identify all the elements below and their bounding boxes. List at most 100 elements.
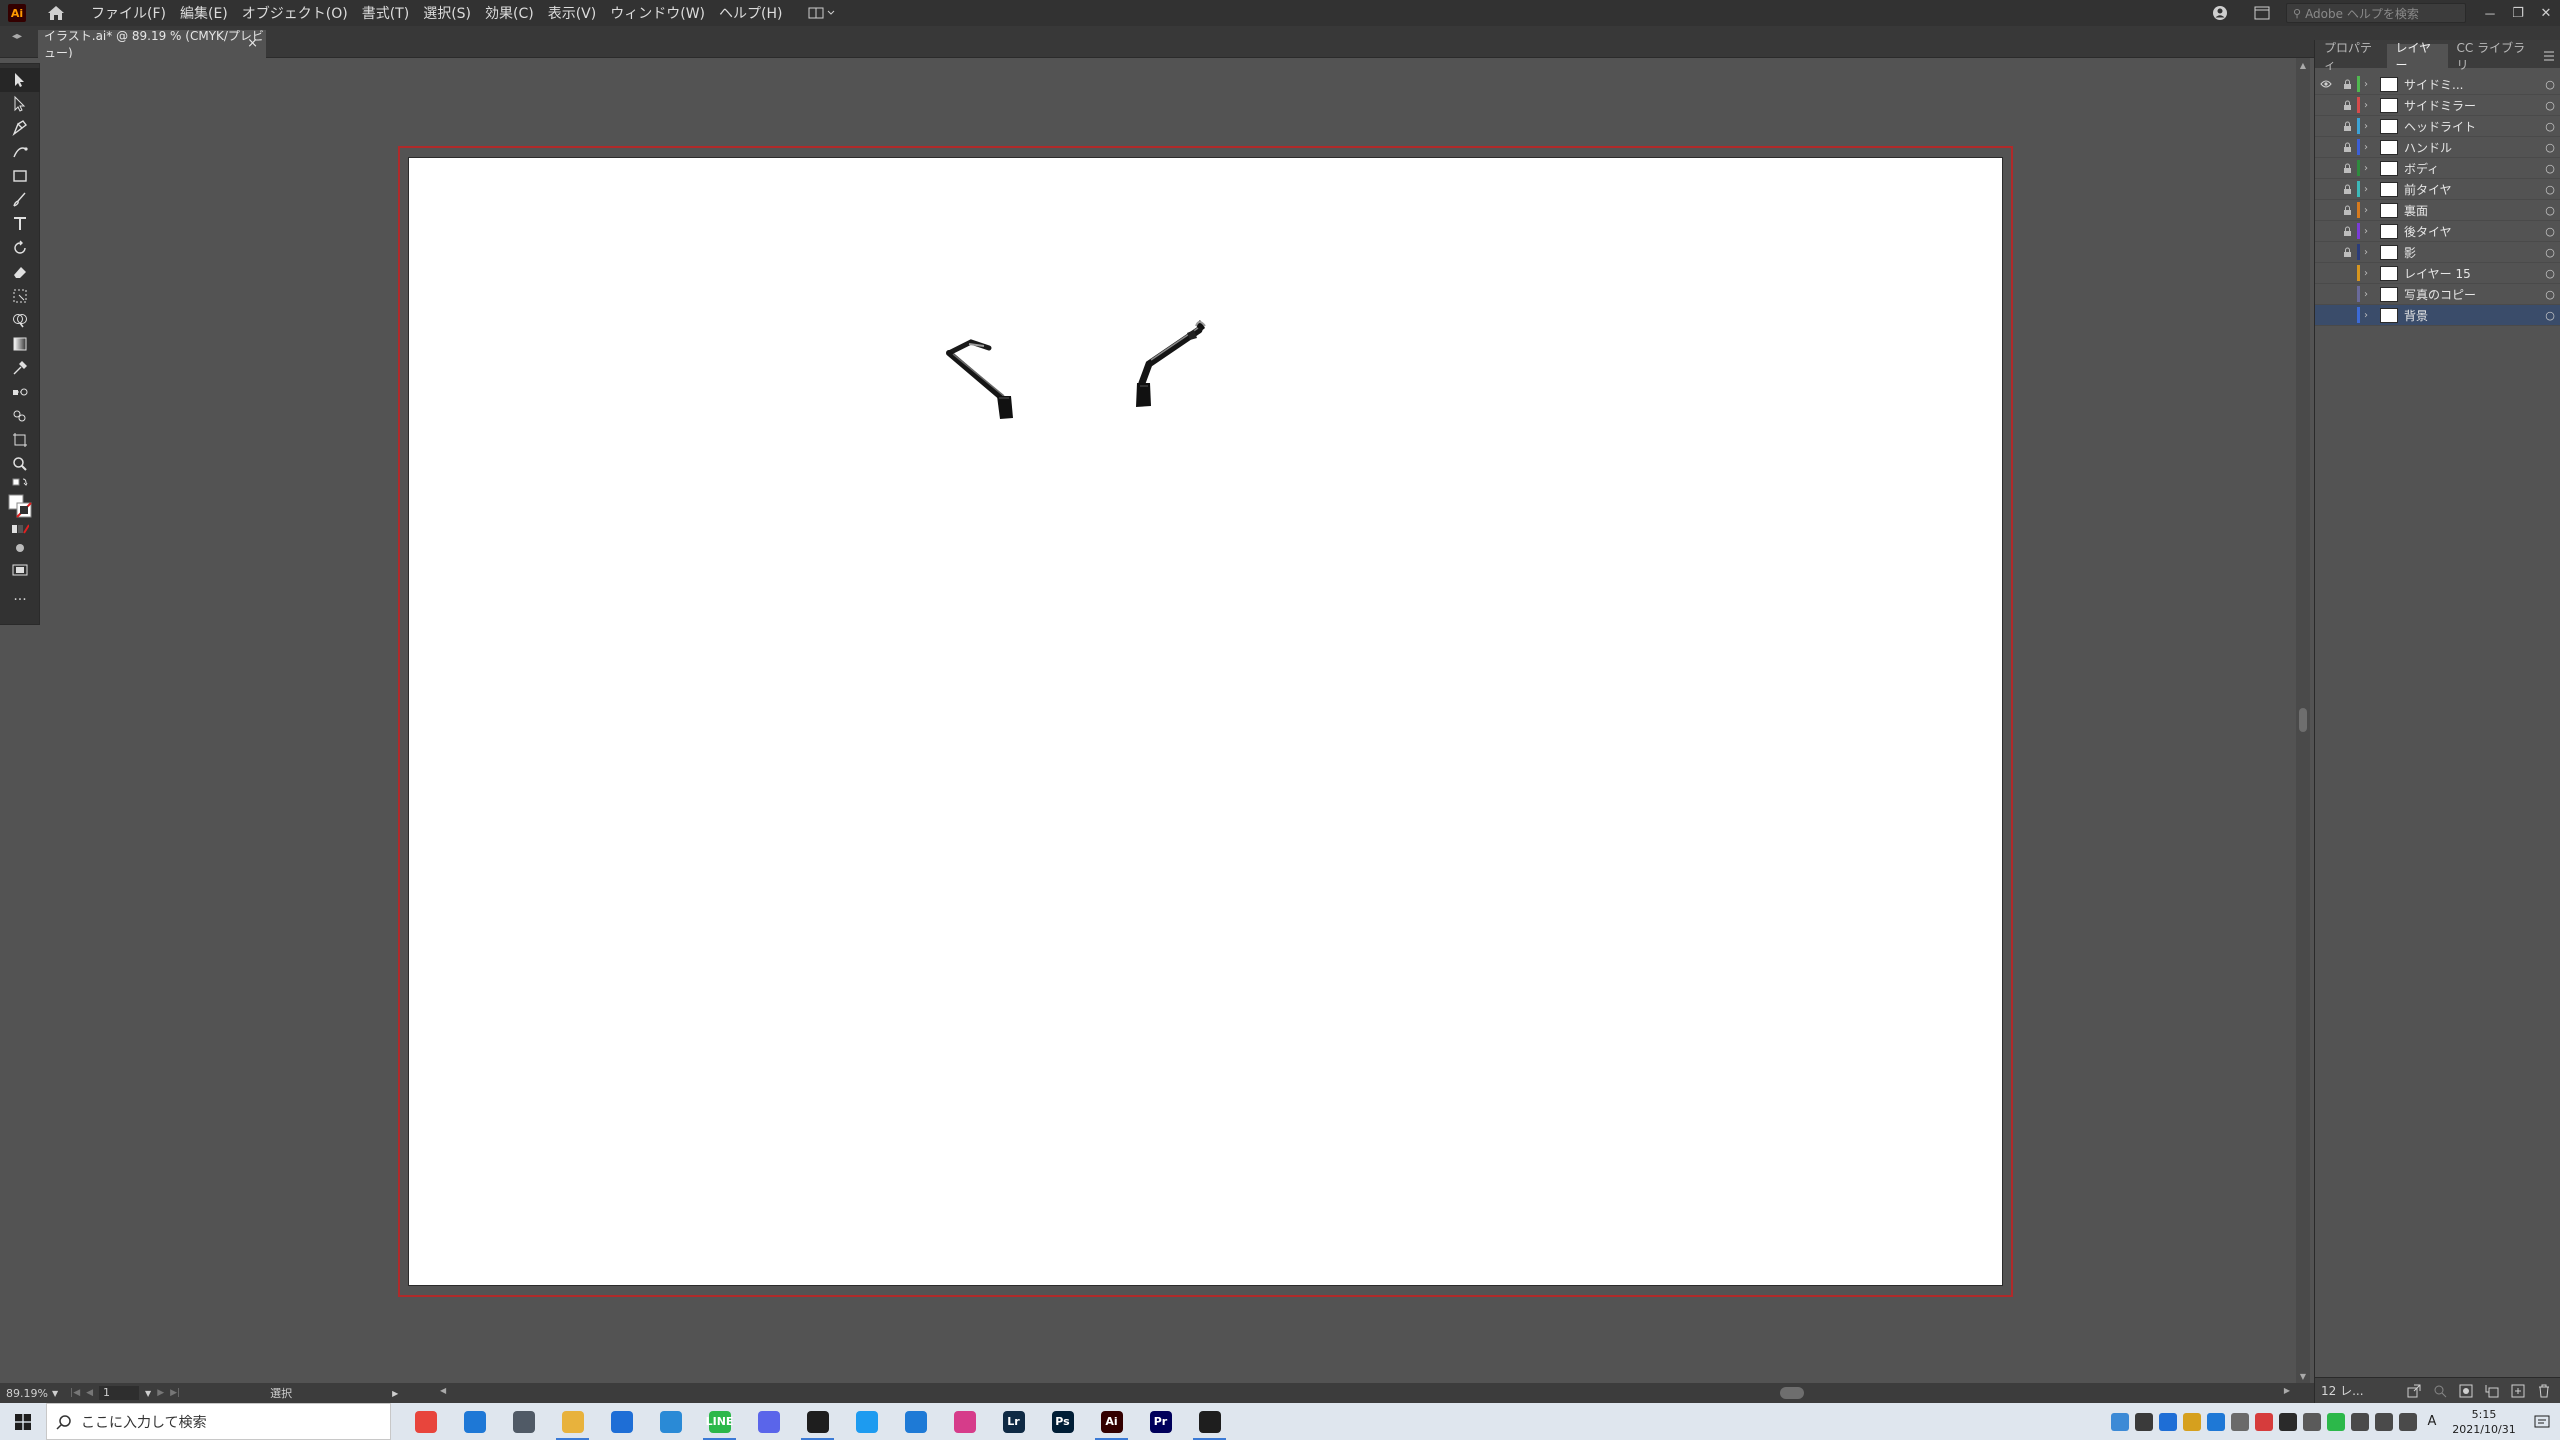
photoshop-app[interactable]: Ps	[1038, 1403, 1087, 1440]
gradient-tool-icon[interactable]	[0, 332, 40, 356]
visibility-toggle-icon[interactable]	[2315, 95, 2337, 116]
visibility-toggle-icon[interactable]	[2315, 179, 2337, 200]
first-artboard-icon[interactable]: |◀	[70, 1388, 80, 1398]
curvature-tool-icon[interactable]	[0, 140, 40, 164]
menu-item[interactable]: ヘルプ(H)	[712, 3, 789, 23]
last-artboard-icon[interactable]: ▶|	[170, 1388, 180, 1398]
target-circle-icon[interactable]: ○	[2539, 309, 2560, 322]
lock-icon[interactable]	[2337, 263, 2357, 284]
menu-item[interactable]: 選択(S)	[416, 3, 478, 23]
menu-item[interactable]: オブジェクト(O)	[235, 3, 355, 23]
visibility-toggle-icon[interactable]	[2315, 221, 2337, 242]
tab-properties[interactable]: プロパティ	[2315, 41, 2387, 72]
expand-arrow-icon[interactable]: ›	[2364, 205, 2376, 216]
lock-icon[interactable]	[2337, 74, 2357, 95]
layer-name[interactable]: 影	[2404, 244, 2539, 261]
previous-artboard-icon[interactable]: ◀	[86, 1388, 93, 1398]
expand-arrow-icon[interactable]: ›	[2364, 289, 2376, 300]
lock-icon[interactable]	[2337, 200, 2357, 221]
rectangle-tool-icon[interactable]	[0, 164, 40, 188]
expand-arrow-icon[interactable]: ›	[2364, 226, 2376, 237]
menu-item[interactable]: 書式(T)	[355, 3, 416, 23]
app-tray-icon[interactable]	[2183, 1412, 2201, 1431]
workspace-switcher[interactable]	[805, 3, 841, 23]
layer-name[interactable]: ヘッドライト	[2404, 118, 2539, 135]
canvas-area[interactable]	[40, 58, 2300, 1383]
symbol-sprayer-tool-icon[interactable]	[0, 404, 40, 428]
horizontal-scrollbar[interactable]: ◀ ▶	[440, 1384, 2290, 1402]
close-tab-icon[interactable]: ×	[247, 36, 258, 51]
scroll-left-icon[interactable]: ◀	[440, 1386, 446, 1395]
fill-stroke-swatch[interactable]	[0, 492, 40, 520]
file-explorer-app[interactable]	[548, 1403, 597, 1440]
visibility-toggle-icon[interactable]	[2315, 242, 2337, 263]
target-circle-icon[interactable]: ○	[2539, 183, 2560, 196]
collapse-panels-icon[interactable]: ◂▸	[6, 30, 28, 42]
visibility-toggle-icon[interactable]	[2315, 263, 2337, 284]
restore-button[interactable]: ❐	[2504, 0, 2532, 26]
side-mirror-right[interactable]	[1136, 320, 1206, 407]
keyboard-icon[interactable]	[2303, 1412, 2321, 1431]
discord-app[interactable]	[744, 1403, 793, 1440]
cc-tray-icon[interactable]	[2255, 1412, 2273, 1431]
eyedropper-tool-icon[interactable]	[0, 356, 40, 380]
people-icon[interactable]	[2111, 1412, 2129, 1431]
layer-name[interactable]: サイドミ...	[2404, 76, 2539, 93]
zoom-tool-icon[interactable]	[0, 452, 40, 476]
expand-arrow-icon[interactable]: ›	[2364, 100, 2376, 111]
document-tab[interactable]: イラスト.ai* @ 89.19 % (CMYK/プレビュー) ×	[38, 29, 266, 60]
tab-layers[interactable]: レイヤー	[2386, 41, 2448, 72]
lock-icon[interactable]	[2337, 137, 2357, 158]
nvidia-tray-icon[interactable]	[2279, 1412, 2297, 1431]
panel-menu-icon[interactable]	[2538, 44, 2560, 68]
dropbox-app[interactable]	[597, 1403, 646, 1440]
delete-layer-icon[interactable]	[2533, 1380, 2555, 1402]
instagram-app[interactable]	[940, 1403, 989, 1440]
minimize-button[interactable]: －	[2476, 0, 2504, 26]
direct-selection-tool-icon[interactable]	[0, 92, 40, 116]
target-circle-icon[interactable]: ○	[2539, 120, 2560, 133]
line-app[interactable]: LINE	[695, 1403, 744, 1440]
zoom-level-field[interactable]: 89.19%	[0, 1387, 52, 1400]
battery-icon[interactable]	[2351, 1412, 2369, 1431]
layer-row[interactable]: › ボディ ○	[2315, 158, 2560, 179]
horizontal-scroll-thumb[interactable]	[1780, 1387, 1804, 1399]
help-search-input[interactable]: ⚲ Adobe ヘルプを検索	[2286, 3, 2466, 23]
target-circle-icon[interactable]: ○	[2539, 141, 2560, 154]
cloud-icon[interactable]	[2231, 1412, 2249, 1431]
next-artboard-icon[interactable]: ▶	[157, 1388, 164, 1398]
scroll-up-icon[interactable]: ▲	[2298, 60, 2308, 70]
blend-tool-icon[interactable]	[0, 380, 40, 404]
expand-arrow-icon[interactable]: ›	[2364, 268, 2376, 279]
artboard[interactable]	[409, 158, 2002, 1285]
expand-arrow-icon[interactable]: ›	[2364, 247, 2376, 258]
screen-mode-icon[interactable]	[0, 558, 40, 582]
expand-arrow-icon[interactable]: ›	[2364, 79, 2376, 90]
arrange-documents-icon[interactable]	[2250, 1, 2274, 25]
layer-name[interactable]: ハンドル	[2404, 139, 2539, 156]
layer-row[interactable]: › サイドミラー ○	[2315, 95, 2560, 116]
artboard-dropdown-icon[interactable]: ▼	[145, 1389, 151, 1398]
new-sublayer-icon[interactable]	[2481, 1380, 2503, 1402]
layer-row[interactable]: › 写真のコピー ○	[2315, 284, 2560, 305]
color-mode-icon[interactable]	[0, 520, 40, 538]
artboard-number-field[interactable]: 1	[99, 1386, 140, 1400]
layer-row[interactable]: › 裏面 ○	[2315, 200, 2560, 221]
ime-indicator[interactable]: A	[2423, 1413, 2441, 1431]
layer-row[interactable]: › レイヤー 15 ○	[2315, 263, 2560, 284]
layer-name[interactable]: 裏面	[2404, 202, 2539, 219]
layer-name[interactable]: 背景	[2404, 307, 2539, 324]
lightroom-app[interactable]: Lr	[989, 1403, 1038, 1440]
photos-app[interactable]	[646, 1403, 695, 1440]
rotate-tool-icon[interactable]	[0, 236, 40, 260]
scroll-right-icon[interactable]: ▶	[2284, 1386, 2290, 1395]
eraser-tool-icon[interactable]	[0, 260, 40, 284]
collect-export-icon[interactable]	[2403, 1380, 2425, 1402]
free-transform-tool-icon[interactable]	[0, 284, 40, 308]
shape-builder-tool-icon[interactable]	[0, 308, 40, 332]
lock-icon[interactable]	[2337, 95, 2357, 116]
layer-row[interactable]: › 後タイヤ ○	[2315, 221, 2560, 242]
expand-arrow-icon[interactable]: ›	[2364, 142, 2376, 153]
user-account-icon[interactable]	[2208, 1, 2232, 25]
nvidia-app[interactable]	[1185, 1403, 1234, 1440]
